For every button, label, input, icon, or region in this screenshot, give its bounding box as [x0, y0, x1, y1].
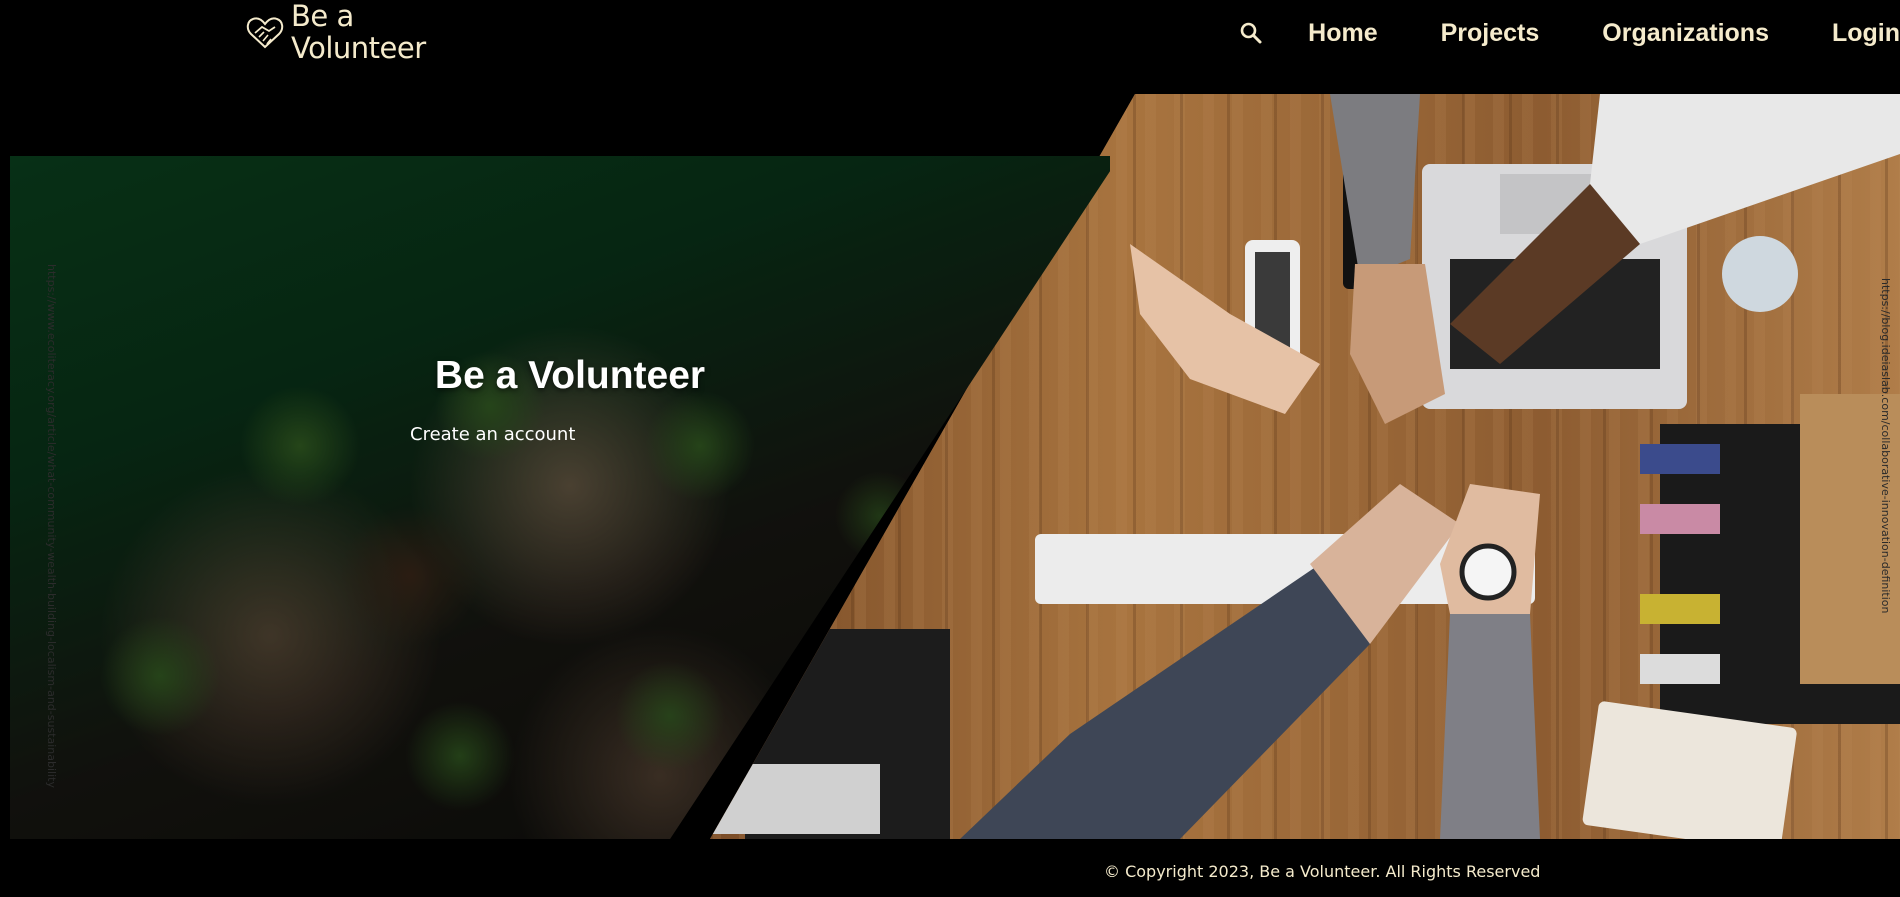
book-pink [1640, 504, 1720, 534]
search-icon [1240, 22, 1262, 44]
coffee-cup [1722, 236, 1798, 312]
nav-projects[interactable]: Projects [1441, 19, 1540, 48]
site-footer [0, 839, 1900, 897]
image-credit-left: https://www.ecoliteracy.org/article/what… [45, 264, 58, 788]
arm-checkered [960, 564, 1370, 839]
site-header: Be a Volunteer Home Projects Organizatio… [0, 0, 1900, 94]
hero-banner: https://www.ecoliteracy.org/article/what… [10, 94, 1900, 839]
nav-login[interactable]: Login [1832, 19, 1900, 48]
hero-title: Be a Volunteer [434, 354, 706, 397]
book-yellow [1640, 594, 1720, 624]
nav-home[interactable]: Home [1308, 19, 1377, 48]
heart-handshake-icon [246, 17, 284, 49]
book-white [1640, 654, 1720, 684]
brand-line-1: Be a [291, 0, 354, 33]
wrist-watch [1459, 543, 1517, 601]
search-button[interactable] [1236, 18, 1266, 48]
brand-line-2: Volunteer [291, 31, 426, 65]
nav-organizations[interactable]: Organizations [1602, 19, 1769, 48]
laptop-bottom-keyboard [710, 764, 880, 834]
arm-white-sleeve [1590, 94, 1900, 244]
image-credit-right: https://blog.ideiaslab.com/collaborative… [1879, 278, 1892, 614]
brand-logo[interactable]: Be a Volunteer [245, 0, 426, 64]
book-blue [1640, 444, 1720, 474]
arm-grey-sleeve [1440, 614, 1540, 839]
create-account-link[interactable]: Create an account [410, 424, 745, 445]
brand-name: Be a Volunteer [291, 0, 426, 64]
main-nav: Home Projects Organizations Login [1236, 0, 1900, 66]
copyright-text: © Copyright 2023, Be a Volunteer. All Ri… [1104, 862, 1541, 881]
